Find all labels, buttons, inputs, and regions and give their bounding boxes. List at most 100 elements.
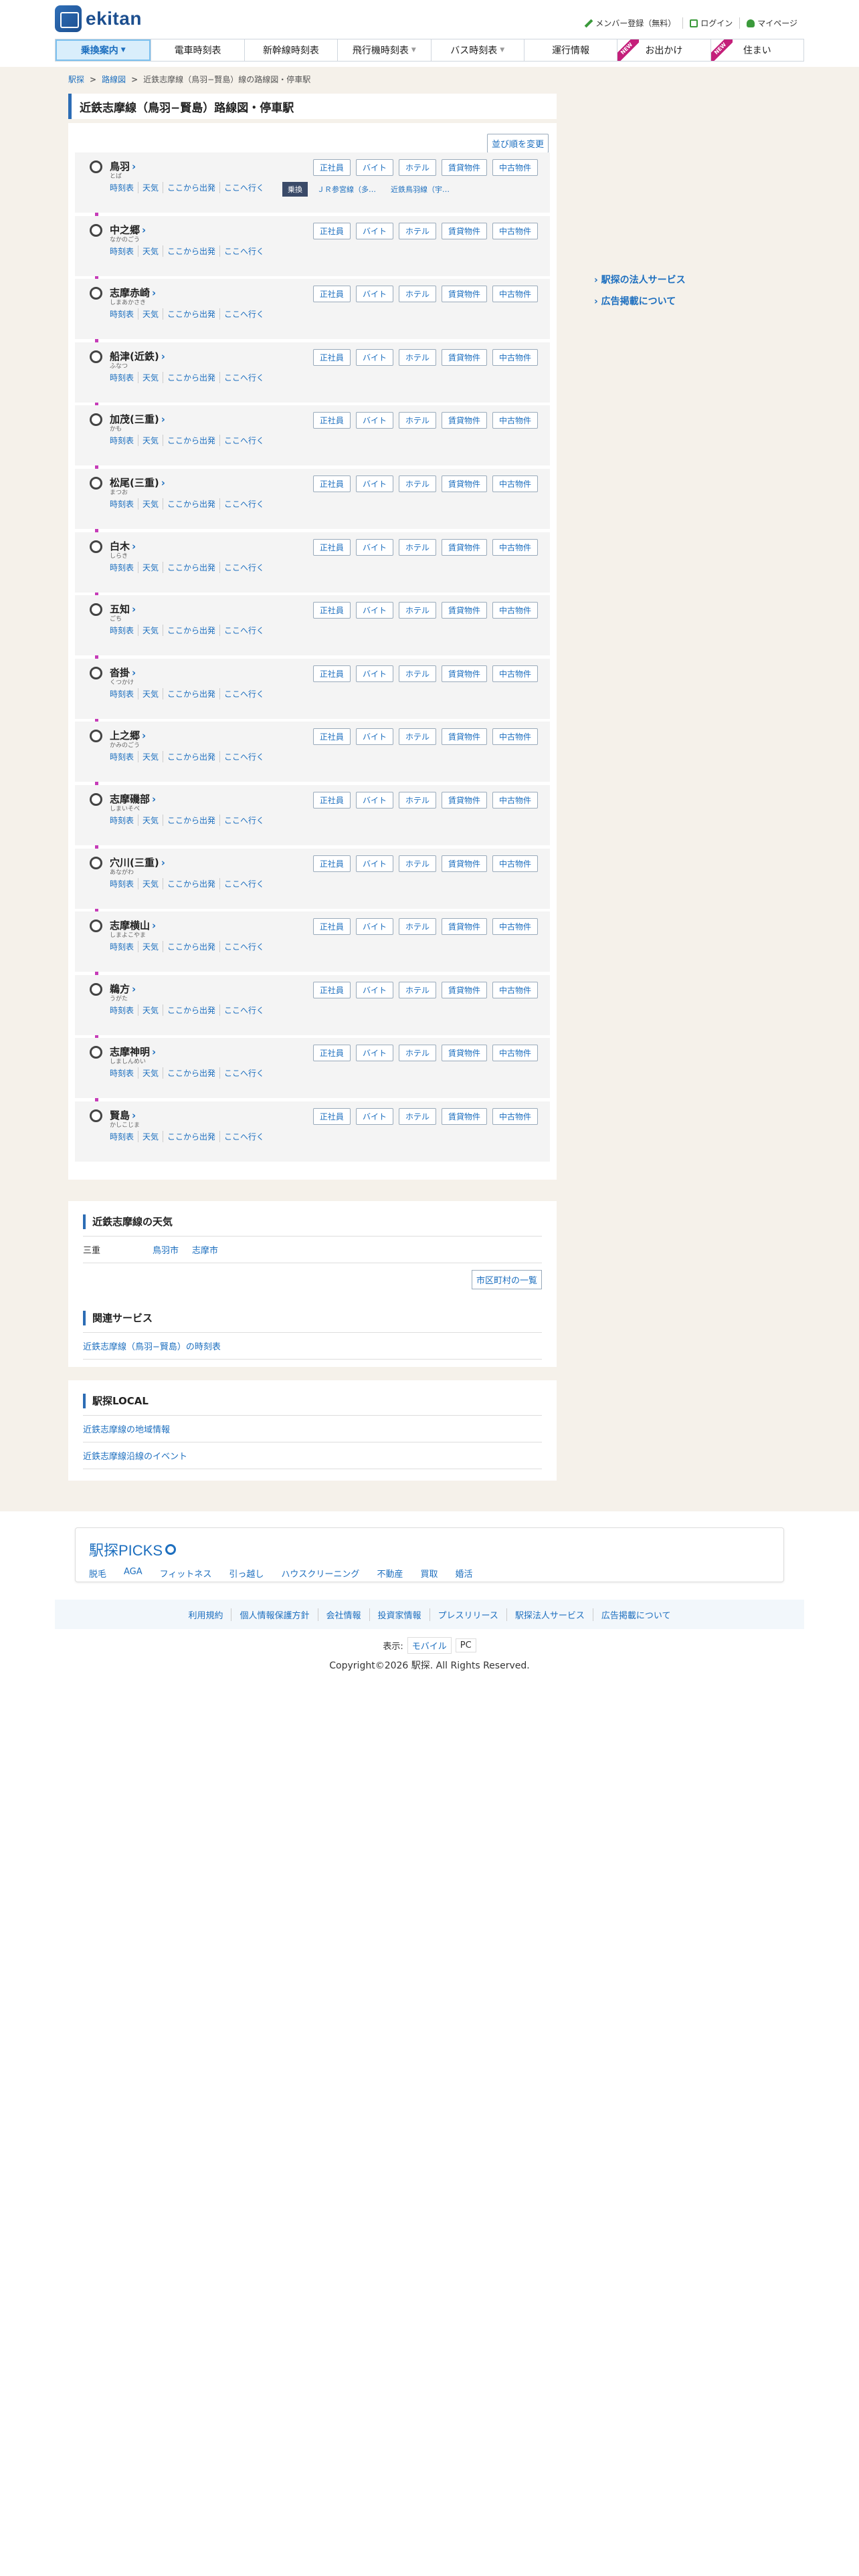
station-timetable-link[interactable]: 時刻表	[110, 498, 138, 510]
station-hotel-button[interactable]: ホテル	[398, 792, 436, 809]
station-timetable-link[interactable]: 時刻表	[110, 562, 138, 573]
station-timetable-link[interactable]: 時刻表	[110, 308, 138, 320]
station-weather-link[interactable]: 天気	[138, 308, 163, 320]
station-timetable-link[interactable]: 時刻表	[110, 941, 138, 952]
station-arrive-link[interactable]: ここへ行く	[219, 751, 268, 763]
station-timetable-link[interactable]: 時刻表	[110, 182, 138, 193]
station-used-home-button[interactable]: 中古物件	[492, 1045, 538, 1062]
station-used-home-button[interactable]: 中古物件	[492, 159, 538, 176]
station-parttime-button[interactable]: バイト	[355, 855, 393, 872]
picks-link[interactable]: 脱毛	[89, 1567, 106, 1580]
station-depart-link[interactable]: ここから出発	[163, 751, 219, 763]
station-rental-button[interactable]: 賃貸物件	[441, 159, 487, 176]
station-used-home-button[interactable]: 中古物件	[492, 602, 538, 619]
station-arrive-link[interactable]: ここへ行く	[219, 815, 268, 826]
station-used-home-button[interactable]: 中古物件	[492, 412, 538, 429]
station-parttime-button[interactable]: バイト	[355, 412, 393, 429]
station-arrive-link[interactable]: ここへ行く	[219, 1004, 268, 1016]
station-weather-link[interactable]: 天気	[138, 182, 163, 193]
station-used-home-button[interactable]: 中古物件	[492, 918, 538, 936]
footer-link[interactable]: 利用規約	[180, 1608, 231, 1621]
station-rental-button[interactable]: 賃貸物件	[441, 475, 487, 492]
station-parttime-button[interactable]: バイト	[355, 348, 393, 366]
weather-city-toba[interactable]: 鳥羽市	[153, 1243, 179, 1256]
station-hotel-button[interactable]: ホテル	[398, 222, 436, 239]
station-fulltime-button[interactable]: 正社員	[312, 222, 351, 239]
station-arrive-link[interactable]: ここへ行く	[219, 877, 268, 889]
footer-link[interactable]: 広告掲載について	[592, 1608, 679, 1621]
station-hotel-button[interactable]: ホテル	[398, 602, 436, 619]
station-timetable-link[interactable]: 時刻表	[110, 751, 138, 762]
station-parttime-button[interactable]: バイト	[355, 159, 393, 176]
station-weather-link[interactable]: 天気	[138, 371, 163, 383]
station-used-home-button[interactable]: 中古物件	[492, 286, 538, 303]
nav-operation-info[interactable]: 運行情報	[523, 39, 617, 61]
station-hotel-button[interactable]: ホテル	[398, 918, 436, 936]
station-depart-link[interactable]: ここから出発	[163, 1004, 219, 1016]
station-depart-link[interactable]: ここから出発	[163, 941, 219, 953]
mypage-link[interactable]: マイページ	[739, 17, 804, 29]
nav-airplane-timetable[interactable]: 飛行機時刻表 ▼	[337, 39, 430, 61]
station-depart-link[interactable]: ここから出発	[163, 371, 219, 383]
station-timetable-link[interactable]: 時刻表	[110, 688, 138, 700]
breadcrumb-route-map[interactable]: 路線図	[102, 74, 126, 85]
station-parttime-button[interactable]: バイト	[355, 981, 393, 998]
station-timetable-link[interactable]: 時刻表	[110, 878, 138, 889]
station-rental-button[interactable]: 賃貸物件	[441, 538, 487, 556]
station-used-home-button[interactable]: 中古物件	[492, 855, 538, 872]
station-arrive-link[interactable]: ここへ行く	[219, 245, 268, 257]
station-hotel-button[interactable]: ホテル	[398, 475, 436, 492]
station-timetable-link[interactable]: 時刻表	[110, 435, 138, 446]
station-depart-link[interactable]: ここから出発	[163, 815, 219, 826]
station-rental-button[interactable]: 賃貸物件	[441, 792, 487, 809]
picks-link[interactable]: AGA	[124, 1567, 142, 1580]
station-parttime-button[interactable]: バイト	[355, 792, 393, 809]
login-link[interactable]: ログイン	[682, 17, 739, 29]
station-fulltime-button[interactable]: 正社員	[312, 538, 351, 556]
station-parttime-button[interactable]: バイト	[355, 475, 393, 492]
picks-link[interactable]: ハウスクリーニング	[281, 1567, 359, 1580]
member-register-link[interactable]: メンバー登録（無料）	[581, 17, 682, 29]
station-used-home-button[interactable]: 中古物件	[492, 981, 538, 998]
picks-link[interactable]: 買取	[420, 1567, 438, 1580]
transfer-line-link[interactable]: 近鉄鳥羽線（宇…	[391, 184, 450, 195]
station-depart-link[interactable]: ここから出発	[163, 182, 219, 193]
corporate-service-link[interactable]: › 駅探の法人サービス	[594, 273, 686, 286]
footer-link[interactable]: 個人情報保護方針	[231, 1608, 317, 1621]
footer-link[interactable]: 駅探法人サービス	[506, 1608, 593, 1621]
city-list-button[interactable]: 市区町村の一覧	[471, 1270, 542, 1289]
station-depart-link[interactable]: ここから出発	[163, 435, 219, 447]
station-hotel-button[interactable]: ホテル	[398, 1108, 436, 1125]
station-arrive-link[interactable]: ここへ行く	[219, 182, 268, 193]
station-used-home-button[interactable]: 中古物件	[492, 222, 538, 239]
station-used-home-button[interactable]: 中古物件	[492, 475, 538, 492]
station-weather-link[interactable]: 天気	[138, 245, 163, 257]
station-depart-link[interactable]: ここから出発	[163, 1131, 219, 1142]
nav-sumai[interactable]: NEW 住まい	[710, 39, 803, 61]
station-hotel-button[interactable]: ホテル	[398, 538, 436, 556]
station-hotel-button[interactable]: ホテル	[398, 665, 436, 682]
nav-transfer[interactable]: 乗換案内 ▼	[56, 39, 151, 61]
station-parttime-button[interactable]: バイト	[355, 538, 393, 556]
station-depart-link[interactable]: ここから出発	[163, 308, 219, 320]
station-depart-link[interactable]: ここから出発	[163, 877, 219, 889]
station-hotel-button[interactable]: ホテル	[398, 412, 436, 429]
station-depart-link[interactable]: ここから出発	[163, 498, 219, 510]
station-timetable-link[interactable]: 時刻表	[110, 1131, 138, 1142]
station-depart-link[interactable]: ここから出発	[163, 245, 219, 257]
station-hotel-button[interactable]: ホテル	[398, 728, 436, 746]
station-parttime-button[interactable]: バイト	[355, 602, 393, 619]
station-fulltime-button[interactable]: 正社員	[312, 286, 351, 303]
station-fulltime-button[interactable]: 正社員	[312, 1045, 351, 1062]
station-hotel-button[interactable]: ホテル	[398, 855, 436, 872]
station-parttime-button[interactable]: バイト	[355, 286, 393, 303]
station-hotel-button[interactable]: ホテル	[398, 1045, 436, 1062]
station-rental-button[interactable]: 賃貸物件	[441, 222, 487, 239]
station-used-home-button[interactable]: 中古物件	[492, 1108, 538, 1125]
station-depart-link[interactable]: ここから出発	[163, 625, 219, 637]
station-timetable-link[interactable]: 時刻表	[110, 1004, 138, 1016]
station-fulltime-button[interactable]: 正社員	[312, 981, 351, 998]
station-fulltime-button[interactable]: 正社員	[312, 665, 351, 682]
station-rental-button[interactable]: 賃貸物件	[441, 348, 487, 366]
nav-shinkansen-timetable[interactable]: 新幹線時刻表	[244, 39, 337, 61]
